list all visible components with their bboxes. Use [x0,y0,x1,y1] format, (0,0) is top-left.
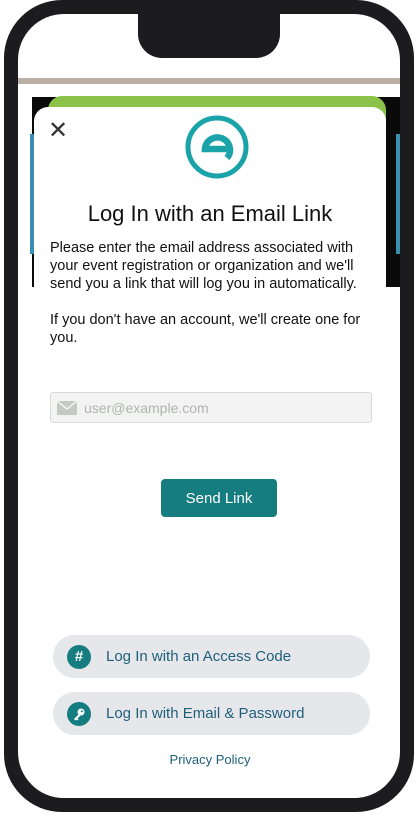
phone-notch [138,14,280,58]
envelope-icon [57,400,77,415]
close-icon[interactable]: ✕ [48,119,68,143]
modal-description: Please enter the email address associate… [50,239,372,365]
email-password-login-button[interactable]: Log In with Email & Password [53,692,370,735]
circled-e-logo-icon [185,115,249,179]
email-field[interactable] [50,392,372,423]
email-password-login-label: Log In with Email & Password [106,705,305,722]
send-link-button[interactable]: Send Link [161,479,277,517]
description-paragraph: Please enter the email address associate… [50,240,357,292]
modal-title: Log In with an Email Link [87,201,333,226]
description-paragraph: If you don't have an account, we'll crea… [50,312,361,346]
login-modal: ✕ Log In with an Email Link Please enter… [34,107,386,798]
key-icon [67,701,91,726]
access-code-login-button[interactable]: # Log In with an Access Code [53,635,370,678]
phone-screen: ✕ Log In with an Email Link Please enter… [18,14,400,798]
access-code-login-label: Log In with an Access Code [106,648,292,665]
hash-icon: # [67,644,91,669]
privacy-policy-link[interactable]: Privacy Policy [34,752,386,767]
background-strip [18,78,400,84]
phone-frame: ✕ Log In with an Email Link Please enter… [4,0,414,812]
background-accent-right [396,134,400,254]
email-input[interactable] [82,398,356,417]
